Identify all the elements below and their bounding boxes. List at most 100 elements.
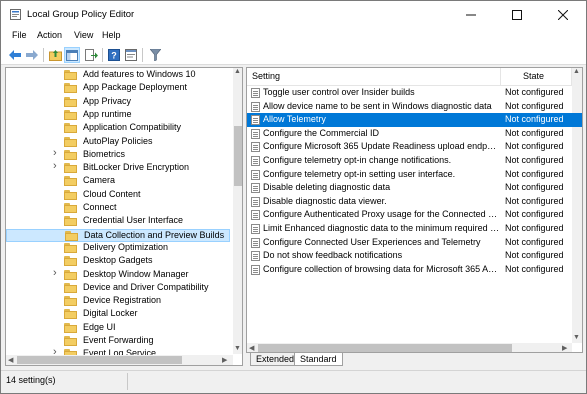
scroll-left-icon[interactable]: ◀ [249, 344, 254, 352]
folder-icon [64, 70, 77, 80]
tree-item[interactable]: App Package Deployment [6, 82, 230, 95]
setting-state: Not configured [505, 100, 564, 111]
policy-setting-icon [251, 156, 260, 166]
up-folder-button[interactable] [47, 47, 63, 63]
settings-list-pane[interactable]: Setting State ▲ ▼ ◀ ▶ Toggle user contro… [246, 67, 583, 353]
folder-icon [64, 109, 77, 120]
scroll-right-icon[interactable]: ▶ [562, 344, 567, 352]
status-bar: 14 setting(s) [1, 370, 586, 393]
setting-row[interactable]: Do not show feedback notifications Not co… [247, 249, 582, 263]
setting-name: Allow Telemetry [263, 114, 326, 125]
folder-icon [64, 296, 77, 307]
tab-extended[interactable]: Extended [250, 353, 301, 366]
policy-setting-icon [251, 128, 260, 139]
menu-file[interactable]: File [12, 30, 27, 40]
help-button[interactable]: ? [106, 47, 122, 63]
folder-icon [64, 163, 77, 174]
setting-row[interactable]: Configure Authenticated Proxy usage for … [247, 208, 582, 222]
tree-horizontal-scroll-thumb[interactable] [17, 356, 182, 364]
tree-item[interactable]: Application Compatibility [6, 122, 230, 135]
show-hide-tree-button[interactable] [64, 47, 80, 63]
tree-item[interactable]: › Biometrics [6, 147, 230, 162]
policy-setting-icon [251, 224, 260, 234]
tree-item[interactable]: Edge UI [6, 322, 230, 335]
tree-item[interactable]: Desktop Gadgets [6, 255, 230, 268]
setting-row[interactable]: Limit Enhanced diagnostic data to the mi… [247, 222, 582, 236]
tree-item[interactable]: App Privacy [6, 96, 230, 109]
setting-row[interactable]: Configure Microsoft 365 Update Readiness… [247, 140, 582, 154]
scroll-right-icon[interactable]: ▶ [222, 356, 227, 364]
back-button[interactable] [7, 47, 23, 63]
policy-setting-icon [251, 264, 260, 275]
tree-vertical-scroll-thumb[interactable] [234, 126, 242, 186]
close-button[interactable] [540, 1, 586, 28]
column-header-setting[interactable]: Setting [247, 68, 501, 85]
tree-item[interactable]: Device and Driver Compatibility [6, 282, 230, 295]
setting-state: Not configured [505, 182, 564, 193]
setting-row[interactable]: Disable deleting diagnostic data Not conf… [247, 181, 582, 195]
scroll-down-icon[interactable]: ▼ [573, 334, 580, 341]
setting-name: Allow device name to be sent in Windows … [263, 100, 492, 111]
maximize-icon [512, 9, 522, 20]
minimize-button[interactable] [448, 1, 494, 28]
tree-item[interactable]: Digital Locker [6, 308, 230, 321]
folder-icon [64, 176, 77, 187]
tree-item[interactable]: AutoPlay Policies [6, 136, 230, 149]
folder-icon [64, 83, 77, 94]
scroll-up-icon[interactable]: ▲ [234, 68, 241, 75]
tree-item-label: Cloud Content [83, 188, 141, 199]
tree-item[interactable]: Data Collection and Preview Builds [6, 228, 230, 242]
maximize-button[interactable] [494, 1, 540, 28]
title-bar[interactable]: Local Group Policy Editor [1, 1, 586, 28]
folder-icon [64, 136, 77, 147]
setting-row[interactable]: Allow Telemetry Not configured [247, 113, 582, 127]
tree-item[interactable]: › Desktop Window Manager [6, 267, 230, 282]
folder-icon [64, 309, 77, 320]
folder-icon [64, 256, 77, 267]
tree-item[interactable]: Cloud Content [6, 189, 230, 202]
folder-icon [64, 322, 77, 333]
tree-item[interactable]: Credential User Interface [6, 215, 230, 228]
setting-row[interactable]: Configure telemetry opt-in change notifi… [247, 154, 582, 168]
setting-name: Configure Microsoft 365 Update Readiness… [263, 141, 501, 152]
filter-button[interactable] [147, 47, 163, 63]
menu-action[interactable]: Action [37, 30, 62, 40]
export-list-button[interactable] [83, 47, 99, 63]
setting-row[interactable]: Allow device name to be sent in Windows … [247, 100, 582, 114]
tree-item-label: Camera [83, 175, 116, 186]
tree-horizontal-scrollbar[interactable]: ◀ ▶ [6, 355, 233, 365]
setting-state: Not configured [505, 155, 564, 165]
setting-row[interactable]: Configure collection of browsing data fo… [247, 263, 582, 277]
tree-item[interactable]: Device Registration [6, 295, 230, 308]
tab-standard[interactable]: Standard [294, 353, 343, 366]
setting-name: Toggle user control over Insider builds [263, 87, 415, 97]
scroll-left-icon[interactable]: ◀ [8, 356, 13, 364]
setting-row[interactable]: Disable diagnostic data viewer. Not confi… [247, 195, 582, 209]
tree-item[interactable]: App runtime [6, 109, 230, 122]
setting-name: Configure telemetry opt-in change notifi… [263, 155, 452, 165]
tree-item[interactable]: Connect [6, 202, 230, 215]
setting-row[interactable]: Configure Connected User Experiences and… [247, 236, 582, 250]
tree-vertical-scrollbar[interactable]: ▲ ▼ [233, 68, 242, 354]
tree-item[interactable]: Event Forwarding [6, 335, 230, 348]
policy-setting-icon [251, 115, 260, 126]
menu-help[interactable]: Help [102, 30, 121, 40]
scroll-up-icon[interactable]: ▲ [573, 68, 580, 75]
list-horizontal-scrollbar[interactable]: ◀ ▶ [247, 343, 572, 352]
tree-item[interactable]: Delivery Optimization [6, 242, 230, 255]
menu-view[interactable]: View [74, 30, 93, 40]
list-horizontal-scroll-thumb[interactable] [258, 344, 512, 352]
setting-state: Not configured [505, 263, 564, 274]
column-header-state[interactable]: State [501, 68, 572, 85]
tree-item[interactable]: Camera [6, 175, 230, 188]
setting-row[interactable]: Toggle user control over Insider builds N… [247, 86, 582, 100]
tree-item[interactable]: Add features to Windows 10 [6, 69, 230, 82]
forward-button[interactable] [24, 47, 40, 63]
properties-button[interactable] [123, 47, 139, 63]
scroll-down-icon[interactable]: ▼ [234, 345, 241, 352]
setting-row[interactable]: Configure telemetry opt-in setting user … [247, 168, 582, 182]
tree-pane[interactable]: Event Logging›Event Log ServiceEvent For… [5, 67, 243, 366]
setting-row[interactable]: Configure the Commercial ID Not configure… [247, 127, 582, 141]
tree-item[interactable]: › BitLocker Drive Encryption [6, 160, 230, 175]
tree-item-label: Event Forwarding [83, 335, 154, 345]
